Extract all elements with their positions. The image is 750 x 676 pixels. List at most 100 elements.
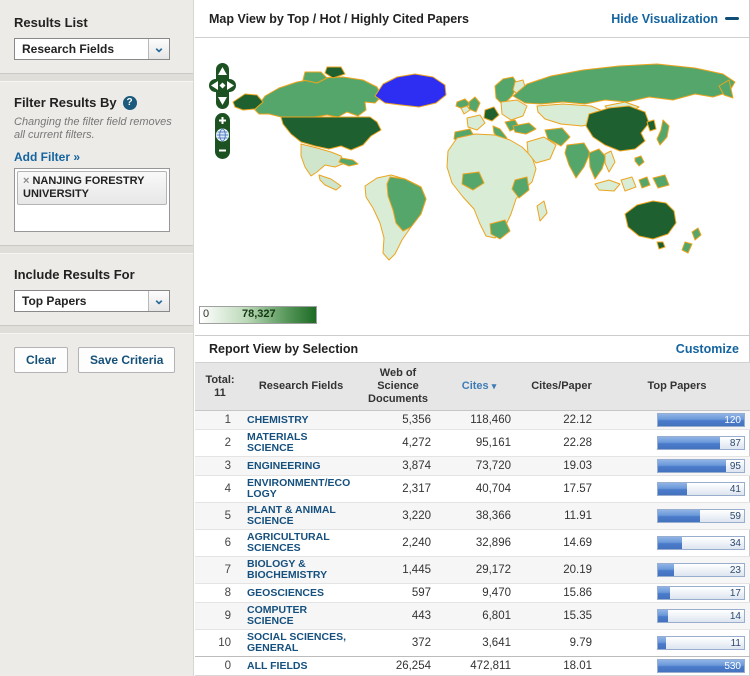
top-papers-bar-fill [658, 483, 687, 495]
col-cites-per-paper[interactable]: Cites/Paper [519, 363, 604, 411]
report-table: Total: 11 Research Fields Web of Science… [195, 362, 750, 676]
top-papers-bar[interactable]: 87 [657, 436, 745, 450]
research-field-link[interactable]: COMPUTER SCIENCE [247, 605, 355, 627]
hide-visualization-label: Hide Visualization [611, 12, 718, 26]
sort-desc-icon: ▾ [492, 381, 497, 391]
research-field-link[interactable]: BIOLOGY & BIOCHEMISTRY [247, 559, 355, 581]
world-map[interactable] [195, 46, 750, 304]
row-wos-documents: 2,317 [357, 476, 439, 503]
legend-max: 78,327 [242, 308, 276, 320]
research-field-link[interactable]: MATERIALS SCIENCE [247, 432, 355, 454]
top-papers-bar[interactable]: 23 [657, 563, 745, 577]
research-field-link[interactable]: ENVIRONMENT/ECOLOGY [247, 478, 355, 500]
top-papers-bar-fill [658, 537, 682, 549]
minus-icon [725, 17, 739, 20]
help-icon[interactable]: ? [123, 96, 137, 110]
top-papers-bar[interactable]: 14 [657, 609, 745, 623]
hide-visualization-link[interactable]: Hide Visualization [611, 12, 739, 26]
research-field-link[interactable]: ENGINEERING [247, 461, 355, 472]
filter-results-heading: Filter Results By [14, 95, 117, 110]
sidebar-divider [0, 245, 193, 254]
row-wos-documents: 26,254 [357, 657, 439, 676]
research-field-link[interactable]: ALL FIELDS [247, 661, 355, 672]
filters-sidebar: Results List Research Fields ⌄ Filter Re… [0, 0, 194, 676]
map-view-title: Map View by Top / Hot / Highly Cited Pap… [209, 12, 469, 26]
row-cites: 40,704 [439, 476, 519, 503]
zoom-out-icon [219, 150, 226, 152]
top-papers-bar[interactable]: 17 [657, 586, 745, 600]
results-list-selected: Research Fields [15, 42, 114, 56]
research-field-link[interactable]: AGRICULTURAL SCIENCES [247, 532, 355, 554]
sidebar-divider [0, 325, 193, 334]
report-view-title: Report View by Selection [209, 342, 358, 356]
map-pan-control[interactable] [209, 63, 236, 109]
sidebar-divider [0, 73, 193, 82]
include-results-heading: Include Results For [14, 267, 179, 282]
research-field-link[interactable]: PLANT & ANIMAL SCIENCE [247, 505, 355, 527]
table-row-total: 0ALL FIELDS26,254472,81118.01530 [195, 657, 750, 676]
top-papers-value: 17 [730, 588, 741, 599]
row-cites: 9,470 [439, 584, 519, 603]
row-rank: 8 [195, 584, 245, 603]
top-papers-value: 23 [730, 565, 741, 576]
col-cites[interactable]: Cites ▾ [439, 363, 519, 411]
row-cites-per-paper: 15.35 [519, 603, 604, 630]
row-wos-documents: 443 [357, 603, 439, 630]
results-list-select[interactable]: Research Fields ⌄ [14, 38, 170, 60]
row-wos-documents: 597 [357, 584, 439, 603]
results-list-heading: Results List [14, 15, 179, 30]
remove-icon[interactable]: × [23, 175, 29, 187]
top-papers-bar-fill [658, 460, 726, 472]
row-cites: 38,366 [439, 503, 519, 530]
top-papers-value: 95 [730, 461, 741, 472]
row-cites-per-paper: 22.28 [519, 430, 604, 457]
top-papers-bar[interactable]: 530 [657, 659, 745, 673]
top-papers-bar-fill [658, 564, 674, 576]
map-visualization[interactable]: 0 78,327 [195, 38, 749, 336]
row-wos-documents: 5,356 [357, 411, 439, 430]
row-rank: 10 [195, 630, 245, 657]
chevron-down-icon: ⌄ [148, 291, 169, 311]
row-cites-per-paper: 9.79 [519, 630, 604, 657]
top-papers-bar[interactable]: 41 [657, 482, 745, 496]
row-wos-documents: 1,445 [357, 557, 439, 584]
table-row: 2MATERIALS SCIENCE4,27295,16122.2887 [195, 430, 750, 457]
row-cites-per-paper: 14.69 [519, 530, 604, 557]
top-papers-bar[interactable]: 120 [657, 413, 745, 427]
col-top-papers[interactable]: Top Papers [604, 363, 750, 411]
clear-button[interactable]: Clear [14, 347, 68, 373]
top-papers-bar-fill [658, 587, 670, 599]
top-papers-value: 14 [730, 611, 741, 622]
row-rank: 0 [195, 657, 245, 676]
research-field-link[interactable]: GEOSCIENCES [247, 588, 355, 599]
include-results-select[interactable]: Top Papers ⌄ [14, 290, 170, 312]
customize-link[interactable]: Customize [676, 342, 739, 356]
filter-note: Changing the filter field removes all cu… [14, 116, 179, 142]
research-field-link[interactable]: CHEMISTRY [247, 415, 355, 426]
research-field-link[interactable]: SOCIAL SCIENCES, GENERAL [247, 632, 355, 654]
globe-icon [217, 129, 229, 141]
top-papers-bar[interactable]: 11 [657, 636, 745, 650]
report-table-body: 1CHEMISTRY5,356118,46022.121202MATERIALS… [195, 411, 750, 676]
main-panel: Map View by Top / Hot / Highly Cited Pap… [195, 0, 750, 676]
top-papers-bar[interactable]: 34 [657, 536, 745, 550]
top-papers-bar[interactable]: 95 [657, 459, 745, 473]
filter-chip[interactable]: ×NANJING FORESTRY UNIVERSITY [17, 171, 167, 205]
row-cites: 6,801 [439, 603, 519, 630]
row-cites-per-paper: 18.01 [519, 657, 604, 676]
top-papers-value: 120 [724, 415, 741, 426]
row-cites: 3,641 [439, 630, 519, 657]
active-filters-box: ×NANJING FORESTRY UNIVERSITY [14, 168, 170, 232]
row-rank: 3 [195, 457, 245, 476]
row-rank: 7 [195, 557, 245, 584]
save-criteria-button[interactable]: Save Criteria [78, 347, 175, 373]
map-zoom-control[interactable] [215, 113, 230, 159]
row-wos-documents: 3,874 [357, 457, 439, 476]
row-wos-documents: 3,220 [357, 503, 439, 530]
row-cites: 118,460 [439, 411, 519, 430]
legend-min: 0 [203, 308, 209, 320]
top-papers-bar[interactable]: 59 [657, 509, 745, 523]
col-wos-documents[interactable]: Web of Science Documents [357, 363, 439, 411]
table-header-row: Total: 11 Research Fields Web of Science… [195, 363, 750, 411]
add-filter-link[interactable]: Add Filter » [14, 150, 80, 164]
